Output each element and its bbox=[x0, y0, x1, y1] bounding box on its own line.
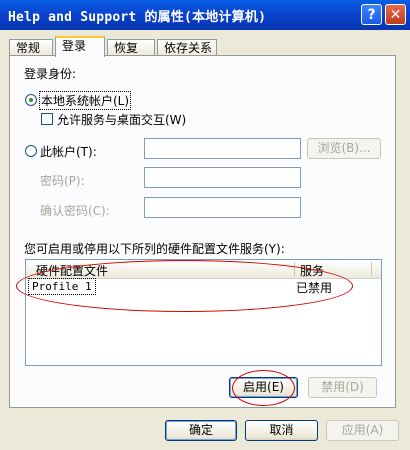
browse-button[interactable]: 浏览(B)... bbox=[307, 138, 381, 159]
confirm-password-label: 确认密码(C): bbox=[40, 204, 110, 218]
tab-label: 登录 bbox=[62, 39, 87, 53]
confirm-password-input[interactable] bbox=[144, 197, 301, 218]
close-icon: ✕ bbox=[389, 7, 402, 23]
help-button[interactable]: ? bbox=[361, 4, 382, 25]
close-button[interactable]: ✕ bbox=[385, 4, 406, 25]
password-input[interactable] bbox=[144, 167, 301, 188]
tab-recovery[interactable]: 恢复 bbox=[107, 39, 155, 56]
tab-logon[interactable]: 登录 bbox=[55, 36, 105, 57]
disable-button[interactable]: 禁用(D) bbox=[308, 377, 377, 398]
annotation-ellipse-enable bbox=[232, 370, 295, 406]
this-account-label[interactable]: 此帐户(T): bbox=[40, 143, 97, 160]
apply-button[interactable]: 应用(A) bbox=[326, 420, 399, 441]
window-title: Help and Support 的属性(本地计算机) bbox=[8, 10, 267, 25]
hardware-profiles-caption: 您可启用或停用以下所列的硬件配置文件服务(Y): bbox=[24, 242, 285, 256]
title-bar[interactable]: Help and Support 的属性(本地计算机) ? ✕ bbox=[0, 0, 410, 30]
local-system-radio[interactable] bbox=[25, 94, 37, 106]
annotation-ellipse-list bbox=[16, 260, 353, 312]
tab-dependencies[interactable]: 依存关系 bbox=[157, 39, 217, 56]
tab-general[interactable]: 常规 bbox=[9, 39, 53, 56]
tab-label: 恢复 bbox=[114, 41, 139, 55]
allow-desktop-checkbox[interactable] bbox=[41, 113, 53, 125]
logon-tab-panel: 登录身份: 本地系统帐户(L) 允许服务与桌面交互(W) 此帐户(T): 浏览(… bbox=[9, 55, 396, 408]
logon-as-label: 登录身份: bbox=[24, 67, 77, 81]
this-account-radio[interactable] bbox=[25, 145, 37, 157]
password-label: 密码(P): bbox=[40, 174, 85, 188]
properties-dialog: Help and Support 的属性(本地计算机) ? ✕ 常规 登录 恢复… bbox=[0, 0, 410, 450]
tab-label: 依存关系 bbox=[164, 41, 213, 55]
account-input[interactable] bbox=[144, 138, 301, 159]
ok-button[interactable]: 确定 bbox=[165, 420, 237, 441]
help-icon: ? bbox=[367, 7, 376, 23]
tab-label: 常规 bbox=[16, 41, 41, 55]
local-system-label[interactable]: 本地系统帐户(L) bbox=[38, 91, 132, 110]
allow-desktop-label[interactable]: 允许服务与桌面交互(W) bbox=[57, 111, 186, 128]
column-separator[interactable] bbox=[371, 262, 372, 276]
cancel-button[interactable]: 取消 bbox=[245, 420, 318, 441]
